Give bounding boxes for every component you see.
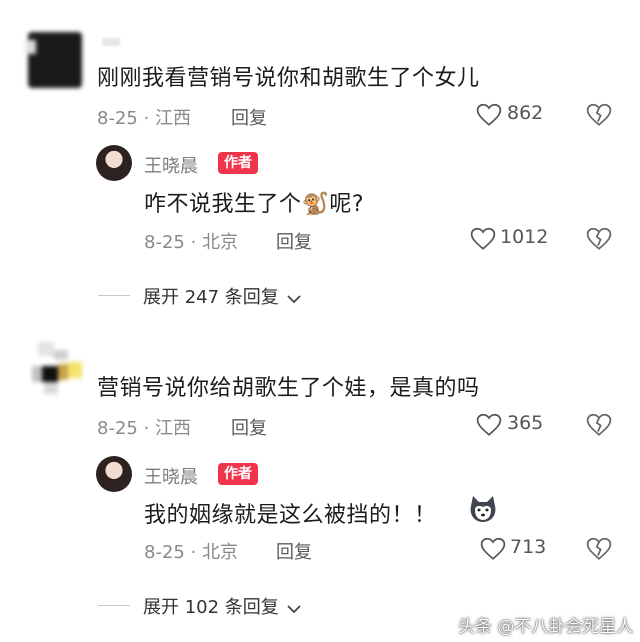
heart-outline-icon	[476, 103, 502, 126]
reply-date-location: 8-25 · 北京	[144, 542, 239, 563]
like-count: 1012	[500, 226, 549, 248]
broken-heart-icon[interactable]	[586, 103, 612, 127]
like-count: 862	[507, 102, 544, 124]
author-avatar[interactable]	[96, 456, 132, 492]
expand-replies-label: 展开 247 条回复	[143, 287, 279, 308]
watermark: 头条 @不八卦会死星人	[458, 617, 634, 637]
author-reply-text: 咋不说我生了个🐒呢?	[144, 186, 364, 218]
comment-date-location: 8-25 · 江西	[97, 108, 192, 129]
reply-button[interactable]: 回复	[231, 104, 267, 130]
chevron-down-icon	[287, 604, 301, 613]
reply-text-part: 呢?	[329, 192, 365, 217]
author-avatar[interactable]	[96, 145, 132, 181]
author-badge: 作者	[218, 152, 258, 174]
reply-button[interactable]: 回复	[276, 228, 312, 254]
heart-outline-icon	[476, 413, 502, 436]
reply-button[interactable]: 回复	[276, 538, 312, 564]
comment-date-location: 8-25 · 江西	[97, 418, 192, 439]
expand-divider	[98, 295, 130, 296]
expand-replies-button[interactable]: 展开 102 条回复	[143, 593, 302, 619]
author-username[interactable]: 王晓晨	[144, 152, 198, 178]
like-count: 713	[510, 536, 547, 558]
user-avatar[interactable]	[26, 32, 84, 88]
heart-outline-icon	[480, 537, 506, 560]
expand-replies-button[interactable]: 展开 247 条回复	[143, 283, 302, 309]
author-badge: 作者	[218, 463, 258, 485]
like-count: 365	[507, 412, 544, 434]
monkey-emoji-icon: 🐒	[301, 192, 330, 217]
heart-outline-icon	[470, 227, 496, 250]
expand-replies-label: 展开 102 条回复	[143, 597, 279, 618]
user-avatar[interactable]	[24, 342, 84, 398]
broken-heart-icon[interactable]	[586, 537, 612, 561]
expand-divider	[98, 605, 130, 606]
author-reply-text: 我的姻缘就是这么被挡的！！	[144, 503, 437, 528]
husky-emoji-icon	[470, 496, 496, 522]
broken-heart-icon[interactable]	[586, 413, 612, 437]
avatar-dots	[102, 38, 120, 46]
comment-text: 刚刚我看营销号说你和胡歌生了个女儿	[97, 66, 480, 91]
reply-text-part: 咋不说我生了个	[144, 192, 302, 217]
reply-date-location: 8-25 · 北京	[144, 232, 239, 253]
chevron-down-icon	[287, 294, 301, 303]
author-username[interactable]: 王晓晨	[144, 463, 198, 489]
broken-heart-icon[interactable]	[586, 227, 612, 251]
comment-text: 营销号说你给胡歌生了个娃，是真的吗	[97, 376, 480, 401]
reply-button[interactable]: 回复	[231, 414, 267, 440]
